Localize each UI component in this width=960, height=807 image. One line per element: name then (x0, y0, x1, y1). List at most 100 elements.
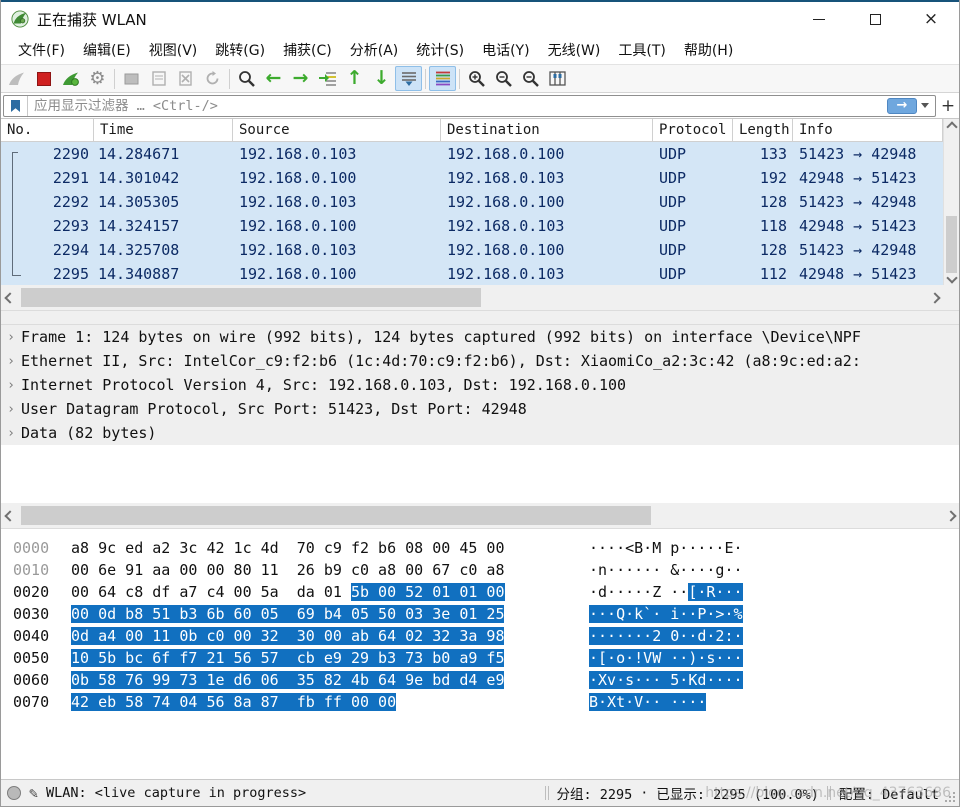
expand-chevron-icon[interactable]: › (1, 402, 21, 417)
zoom-out-button[interactable] (490, 66, 517, 91)
detail-text: Data (82 bytes) (21, 424, 157, 442)
displayed-count: 已显示: 2295 (100.0%) (656, 787, 819, 803)
scroll-left-button[interactable] (1, 285, 18, 310)
packet-row[interactable]: 2291 14.301042 192.168.0.100 192.168.0.103 U… (1, 166, 943, 190)
apply-filter-button[interactable]: → (887, 97, 917, 114)
scroll-up-button[interactable] (944, 119, 959, 135)
hex-row[interactable]: 0060 0b 58 76 99 73 1e d6 06 35 82 4b 64… (1, 669, 959, 691)
detail-row-ip[interactable]: › Internet Protocol Version 4, Src: 192.1… (1, 373, 959, 397)
ascii-bytes-selected: ·[·o·!VW ··)·s··· (589, 649, 743, 667)
restart-capture-button[interactable] (57, 66, 84, 91)
menu-telephony[interactable]: 电话(Y) (473, 36, 538, 64)
column-header-time[interactable]: Time (94, 119, 233, 141)
menu-statistics[interactable]: 统计(S) (407, 36, 473, 64)
expert-info-icon[interactable] (7, 786, 21, 800)
auto-scroll-button[interactable] (395, 66, 422, 91)
menu-help[interactable]: 帮助(H) (675, 36, 742, 64)
stop-capture-button[interactable] (30, 66, 57, 91)
zoom-in-button[interactable] (463, 66, 490, 91)
maximize-button[interactable] (847, 2, 903, 36)
detail-row-frame[interactable]: › Frame 1: 124 bytes on wire (992 bits), … (1, 325, 959, 349)
packet-row[interactable]: 2292 14.305305 192.168.0.103 192.168.0.100 U… (1, 190, 943, 214)
cell-length: 118 (759, 217, 787, 235)
menu-wireless[interactable]: 无线(W) (539, 36, 610, 64)
minimize-button[interactable] (791, 2, 847, 36)
expand-chevron-icon[interactable]: › (1, 330, 21, 345)
packet-row[interactable]: 2294 14.325708 192.168.0.103 192.168.0.100 U… (1, 238, 943, 262)
packet-row[interactable]: 2293 14.324157 192.168.0.100 192.168.0.103 U… (1, 214, 943, 238)
cell-info: 51423 → 42948 (799, 193, 917, 211)
hex-row[interactable]: 0030 00 0d b8 51 b3 6b 60 05 69 b4 05 50… (1, 603, 959, 625)
menu-edit[interactable]: 编辑(E) (74, 36, 140, 64)
column-header-no[interactable]: No. (1, 119, 94, 141)
menu-capture[interactable]: 捕获(C) (274, 36, 341, 64)
hex-bytes: 00 6e 91 aa 00 00 80 11 26 b9 c0 a8 00 6… (71, 561, 505, 579)
hex-row[interactable]: 0070 42 eb 58 74 04 56 8a 87 fb ff 00 00… (1, 691, 959, 713)
ascii-bytes-selected: B·Xt·V·· ···· (589, 693, 707, 711)
resize-columns-button[interactable] (544, 66, 571, 91)
capture-comment-pencil-icon[interactable]: ✎ (29, 784, 38, 802)
go-to-packet-button[interactable] (314, 66, 341, 91)
hex-offset: 0040 (13, 627, 50, 645)
horizontal-scroll-thumb[interactable] (21, 506, 651, 525)
display-filter-input[interactable] (28, 95, 887, 116)
scroll-right-button[interactable] (926, 285, 943, 310)
add-filter-button[interactable]: + (939, 95, 957, 117)
vertical-scroll-thumb[interactable] (946, 215, 957, 273)
normal-size-button[interactable] (517, 66, 544, 91)
packet-bytes-pane: 0000 a8 9c ed a2 3c 42 1c 4d 70 c9 f2 b6… (1, 528, 959, 780)
last-packet-button[interactable]: ↓ (368, 66, 395, 91)
detail-row-udp[interactable]: › User Datagram Protocol, Src Port: 51423… (1, 397, 959, 421)
pane-splitter[interactable] (1, 310, 959, 325)
expand-chevron-icon[interactable]: › (1, 426, 21, 441)
scroll-down-button[interactable] (944, 270, 959, 286)
next-packet-button[interactable]: → (287, 66, 314, 91)
expand-chevron-icon[interactable]: › (1, 378, 21, 393)
hex-row[interactable]: 0010 00 6e 91 aa 00 00 80 11 26 b9 c0 a8… (1, 559, 959, 581)
toolbar-separator (459, 68, 460, 89)
menu-analyze[interactable]: 分析(A) (341, 36, 408, 64)
hex-row[interactable]: 0000 a8 9c ed a2 3c 42 1c 4d 70 c9 f2 b6… (1, 537, 959, 559)
maximize-icon (869, 13, 881, 25)
menu-file[interactable]: 文件(F) (9, 36, 74, 64)
hex-row[interactable]: 0020 00 64 c8 df a7 c4 00 5a da 01 5b 00… (1, 581, 959, 603)
cell-length: 133 (759, 145, 787, 163)
detail-row-ethernet[interactable]: › Ethernet II, Src: IntelCor_c9:f2:b6 (1c… (1, 349, 959, 373)
expand-chevron-icon[interactable]: › (1, 354, 21, 369)
details-horizontal-scrollbar[interactable] (1, 503, 959, 528)
column-header-length[interactable]: Length (733, 119, 793, 141)
first-packet-button[interactable]: ↑ (341, 66, 368, 91)
horizontal-scroll-thumb[interactable] (21, 288, 481, 307)
packet-list-horizontal-scrollbar[interactable] (1, 285, 943, 310)
colorize-button[interactable] (429, 66, 456, 91)
find-packet-button[interactable] (233, 66, 260, 91)
profile-label[interactable]: 配置: Default (839, 783, 939, 803)
cell-protocol: UDP (659, 193, 687, 211)
column-header-source[interactable]: Source (233, 119, 441, 141)
menu-go[interactable]: 跳转(G) (206, 36, 274, 64)
hex-bytes: a8 9c ed a2 3c 42 1c 4d 70 c9 f2 b6 08 0… (71, 539, 505, 557)
menu-view[interactable]: 视图(V) (140, 36, 207, 64)
resize-grip[interactable] (945, 792, 955, 802)
filter-bookmark-button[interactable] (4, 95, 28, 116)
hex-row[interactable]: 0050 10 5b bc 6f f7 21 56 57 cb e9 29 b3… (1, 647, 959, 669)
status-bar: ✎ WLAN: <live capture in progress> 分组: 2… (1, 779, 959, 806)
hex-row[interactable]: 0040 0d a4 00 11 0b c0 00 32 30 00 ab 64… (1, 625, 959, 647)
cell-destination: 192.168.0.100 (447, 241, 565, 259)
scroll-left-button[interactable] (1, 503, 18, 528)
previous-packet-button[interactable]: ← (260, 66, 287, 91)
detail-row-data[interactable]: › Data (82 bytes) (1, 421, 959, 445)
close-button[interactable]: × (903, 2, 959, 36)
packet-row[interactable]: 2290 14.284671 192.168.0.103 192.168.0.100 U… (1, 142, 943, 166)
column-header-info[interactable]: Info (793, 119, 943, 141)
filter-dropdown-caret-icon[interactable] (921, 103, 929, 108)
packet-list-vertical-scrollbar[interactable] (943, 119, 959, 286)
capture-options-button[interactable]: ⚙ (84, 66, 111, 91)
packet-row[interactable]: 2295 14.340887 192.168.0.100 192.168.0.103 U… (1, 262, 943, 286)
column-header-protocol[interactable]: Protocol (653, 119, 733, 141)
status-left: ✎ WLAN: <live capture in progress> (1, 784, 545, 802)
scroll-right-button[interactable] (942, 503, 959, 528)
column-header-destination[interactable]: Destination (441, 119, 653, 141)
packet-list-header: No. Time Source Destination Protocol Len… (1, 119, 943, 142)
menu-tools[interactable]: 工具(T) (609, 36, 674, 64)
